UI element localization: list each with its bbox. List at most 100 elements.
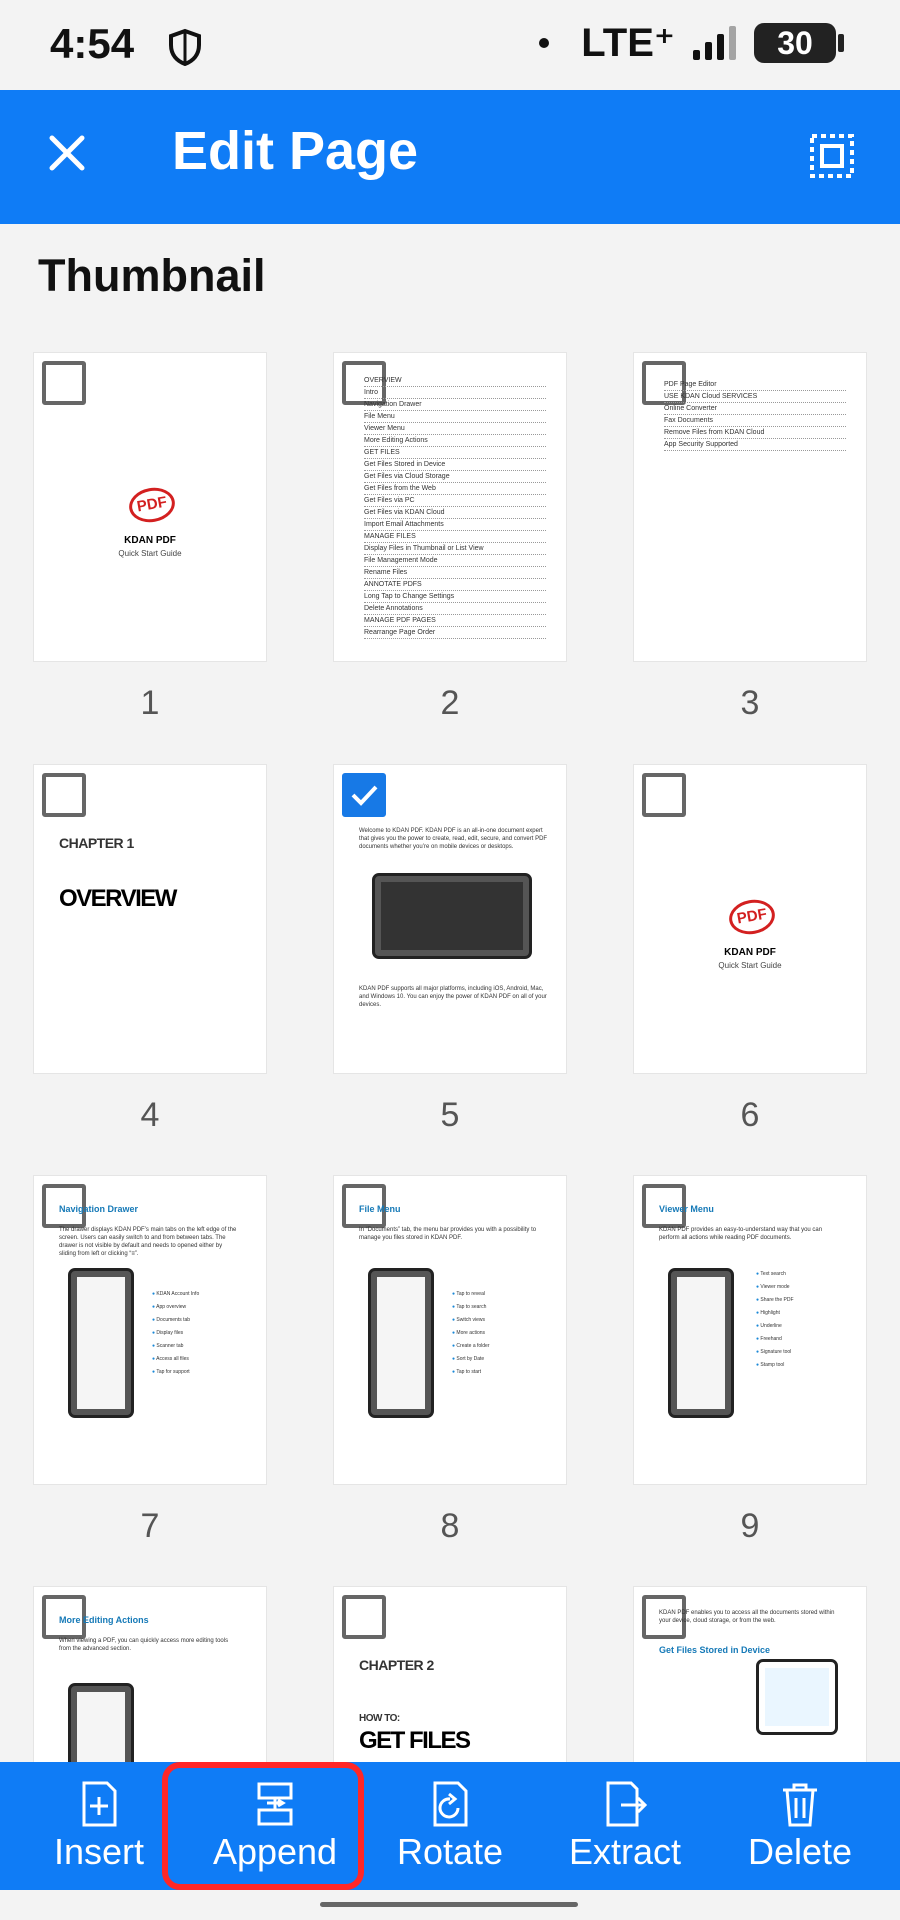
- toc-line: More Editing Actions: [364, 435, 546, 447]
- append-button[interactable]: Append: [200, 1780, 350, 1880]
- toc-line: Get Files from the Web: [364, 483, 546, 495]
- page-checkbox[interactable]: [642, 773, 686, 817]
- notification-dot-icon: [539, 38, 550, 48]
- page-thumbnail-1[interactable]: PDF KDAN PDF Quick Start Guide: [33, 352, 267, 662]
- bottom-toolbar: Insert Append Rotate Extract Delete: [0, 1762, 900, 1890]
- page-number: 6: [740, 1096, 760, 1134]
- page-thumbnail-4[interactable]: CHAPTER 1 OVERVIEW: [33, 764, 267, 1074]
- select-all-icon[interactable]: [808, 132, 856, 180]
- thumbnail-section-title: Thumbnail: [38, 250, 266, 301]
- chapter-title: GET FILES: [359, 1727, 471, 1754]
- rotate-label: Rotate: [396, 1831, 504, 1872]
- check-icon: [351, 785, 378, 806]
- feature-list: KDAN Account InfoApp overviewDocuments t…: [152, 1288, 199, 1379]
- toc-line: OVERVIEW: [364, 375, 546, 387]
- extract-button[interactable]: Extract: [550, 1780, 700, 1880]
- trash-icon: [783, 1783, 817, 1827]
- page-thumbnail-12[interactable]: KDAN PDF enables you to access all the d…: [633, 1586, 867, 1762]
- page-thumbnail-3[interactable]: PDF Page Editor USE KDAN Cloud SERVICES On…: [633, 352, 867, 662]
- feature-list: Tap to revealTap to searchSwitch viewsMo…: [452, 1288, 489, 1379]
- page-number: 3: [740, 684, 760, 722]
- page-checkbox[interactable]: [42, 773, 86, 817]
- insert-button[interactable]: Insert: [24, 1780, 174, 1880]
- pdf-logo-icon: PDF: [126, 484, 178, 526]
- toc-line: Get Files Stored in Device: [364, 459, 546, 471]
- table-of-contents: OVERVIEW Intro Navigation Drawer File Menu V…: [364, 375, 546, 639]
- status-time: 4:54: [50, 20, 135, 67]
- page-title: Edit Page: [172, 121, 419, 181]
- page-number: 9: [740, 1507, 760, 1545]
- phone-illustration: [68, 1683, 134, 1762]
- page-thumbnail-9[interactable]: Viewer Menu KDAN PDF provides an easy-to…: [633, 1175, 867, 1485]
- page-heading: Navigation Drawer: [59, 1204, 139, 1214]
- chapter-title: OVERVIEW: [59, 885, 177, 912]
- toc-line: Display Files in Thumbnail or List View: [364, 543, 546, 555]
- page-thumbnail-8[interactable]: File Menu In “Documents” tab, the menu b…: [333, 1175, 567, 1485]
- rotate-icon: [433, 1781, 468, 1827]
- delete-button[interactable]: Delete: [725, 1780, 875, 1880]
- page-checkbox[interactable]: [342, 1595, 386, 1639]
- page-body-text: The drawer displays KDAN PDF’s main tabs…: [59, 1227, 237, 1257]
- page-checkbox-checked[interactable]: [342, 773, 386, 817]
- toc-line: Fax Documents: [664, 415, 846, 427]
- network-type: LTE⁺: [581, 21, 675, 65]
- cover-subtitle: Quick Start Guide: [118, 549, 182, 558]
- page-body-text: KDAN PDF enables you to access all the d…: [659, 1610, 835, 1624]
- signal-icon: [693, 26, 736, 60]
- chapter-label: CHAPTER 1: [59, 835, 134, 851]
- toc-line: MANAGE FILES: [364, 531, 546, 543]
- toc-line: GET FILES: [364, 447, 546, 459]
- chapter-label: CHAPTER 2: [359, 1657, 434, 1673]
- page-heading: Get Files Stored in Device: [659, 1645, 771, 1655]
- shield-icon: [169, 28, 201, 66]
- page-body-text: When viewing a PDF, you can quickly acce…: [59, 1638, 229, 1652]
- toc-line: Intro: [364, 387, 546, 399]
- phone-illustration: [68, 1268, 134, 1418]
- toc-line: App Security Supported: [664, 439, 846, 451]
- cover-title: KDAN PDF: [724, 947, 776, 958]
- page-thumbnail-10[interactable]: More Editing Actions When viewing a PDF,…: [33, 1586, 267, 1762]
- page-body-text: In “Documents” tab, the menu bar provide…: [359, 1227, 537, 1241]
- toc-line: Viewer Menu: [364, 423, 546, 435]
- close-icon[interactable]: [42, 128, 92, 178]
- phone-illustration: [368, 1268, 434, 1418]
- battery-icon: 30: [754, 23, 844, 63]
- page-body-text: Welcome to KDAN PDF. KDAN PDF is an all-…: [359, 828, 548, 850]
- toc-line: Rename Files: [364, 567, 546, 579]
- system-status-icons: LTE⁺ 30: [539, 20, 844, 66]
- toc-line: Navigation Drawer: [364, 399, 546, 411]
- page-thumbnail-11[interactable]: CHAPTER 2 HOW TO: GET FILES: [333, 1586, 567, 1762]
- toc-line: File Management Mode: [364, 555, 546, 567]
- page-number: 5: [440, 1096, 460, 1134]
- page-number: 2: [440, 684, 460, 722]
- toc-line: PDF Page Editor: [664, 379, 846, 391]
- toc-line: Delete Annotations: [364, 603, 546, 615]
- toc-line: Get Files via Cloud Storage: [364, 471, 546, 483]
- rotate-button[interactable]: Rotate: [375, 1780, 525, 1880]
- toc-line: Get Files via KDAN Cloud: [364, 507, 546, 519]
- page-thumbnail-6[interactable]: PDF KDAN PDF Quick Start Guide: [633, 764, 867, 1074]
- toc-line: Import Email Attachments: [364, 519, 546, 531]
- toc-line: Online Converter: [664, 403, 846, 415]
- table-of-contents: PDF Page Editor USE KDAN Cloud SERVICES On…: [664, 379, 846, 451]
- toc-line: Remove Files from KDAN Cloud: [664, 427, 846, 439]
- toc-line: ANNOTATE PDFS: [364, 579, 546, 591]
- pdf-logo-icon: PDF: [726, 896, 778, 938]
- gesture-navigation-bar: [0, 1890, 900, 1920]
- append-label: Append: [212, 1831, 338, 1872]
- page-thumbnail-5[interactable]: Welcome to KDAN PDF. KDAN PDF is an all-…: [333, 764, 567, 1074]
- page-number: 8: [440, 1507, 460, 1545]
- page-heading: More Editing Actions: [59, 1615, 149, 1625]
- top-app-bar: Edit Page: [0, 90, 900, 224]
- toc-line: Get Files via PC: [364, 495, 546, 507]
- page-thumbnail-7[interactable]: Navigation Drawer The drawer displays KD…: [33, 1175, 267, 1485]
- page-heading: File Menu: [359, 1204, 401, 1214]
- page-body-text: KDAN PDF provides an easy-to-understand …: [659, 1227, 823, 1241]
- append-icon: [257, 1782, 293, 1826]
- page-thumbnail-2[interactable]: OVERVIEW Intro Navigation Drawer File Menu V…: [333, 352, 567, 662]
- page-checkbox[interactable]: [42, 361, 86, 405]
- home-indicator[interactable]: [320, 1902, 578, 1907]
- how-to-label: HOW TO:: [359, 1713, 400, 1724]
- toc-line: Long Tap to Change Settings: [364, 591, 546, 603]
- insert-icon: [82, 1781, 117, 1827]
